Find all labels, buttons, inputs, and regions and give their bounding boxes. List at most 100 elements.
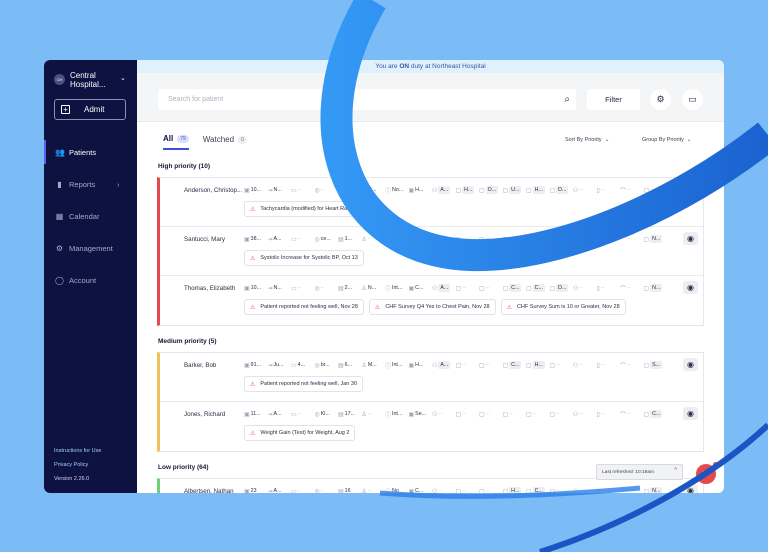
patient-field[interactable]: ⇥ A... <box>268 485 290 493</box>
patient-field[interactable]: ⇥ N... <box>268 184 290 196</box>
alert-chip[interactable]: ⚠ CHF Survey Q4 Yes to Chest Pain, Nov 28 <box>368 299 496 315</box>
patient-row[interactable]: Albertsen, Nathan ▣ 23 ⇥ A... ▭ -- ◎ -- ▤ 16 ♙ -- ⓘ No… <box>160 479 703 493</box>
patient-field[interactable]: ▣ C... <box>409 282 431 294</box>
alert-chip[interactable]: ⚠ Weight Gain (Test) for Weight, Aug 2 <box>244 425 356 441</box>
patient-field[interactable]: ⚇ -- <box>573 233 595 245</box>
patient-field[interactable]: ⇥ A... <box>268 233 290 245</box>
patient-field[interactable]: ▢ -- <box>550 408 572 420</box>
patient-field[interactable]: ▯ -- <box>597 359 619 371</box>
patient-field[interactable]: ⚇ A... <box>432 282 454 294</box>
patient-row[interactable]: Anderson, Christop... ▣ 10... ⇥ N... ▭ -- ◎ -- ▤ -… <box>160 178 703 227</box>
patient-field[interactable]: ▤ 1... <box>338 233 360 245</box>
alert-chip[interactable]: ⚠ Tachycardia (modified) for Heart Rate <box>244 201 358 217</box>
patient-field[interactable]: ♙ O... <box>362 184 384 196</box>
patient-field[interactable]: ◎ -- <box>315 282 337 294</box>
patient-field[interactable]: ▢ C... <box>526 282 548 294</box>
patient-field[interactable]: ▢ C... <box>503 359 525 371</box>
patient-name[interactable]: Jones, Richard <box>184 411 242 418</box>
patient-field[interactable]: ▢ H... <box>503 485 525 493</box>
patient-field[interactable]: ▢ S... <box>644 359 666 371</box>
patient-field[interactable]: ▢ -- <box>456 233 478 245</box>
eye-icon[interactable]: ◉ <box>683 484 698 493</box>
patient-field[interactable]: ▢ C... <box>526 485 548 493</box>
patient-field[interactable]: ▤ -- <box>338 184 360 196</box>
patient-field[interactable]: ▣ H... <box>409 184 431 196</box>
patient-field[interactable]: ⓘ No... <box>385 184 407 196</box>
patient-field[interactable]: ▢ -- <box>479 233 501 245</box>
patient-field[interactable]: ▢ -- <box>526 233 548 245</box>
sidebar-item-reports[interactable]: ▮ Reports › <box>44 168 137 200</box>
patient-field[interactable]: ⚇ -- <box>432 233 454 245</box>
patient-field[interactable]: ♙ M... <box>362 359 384 371</box>
patient-field[interactable]: ⇥ A... <box>268 408 290 420</box>
sidebar-item-patients[interactable]: 👥 Patients <box>44 136 137 168</box>
sidebar-item-management[interactable]: ⚙ Management <box>44 232 137 264</box>
patient-field[interactable]: ▢ H... <box>526 184 548 196</box>
patient-field[interactable]: ▢ -- <box>479 359 501 371</box>
patient-field[interactable]: ⇥ N... <box>268 282 290 294</box>
patient-field[interactable]: ⓘ -- <box>385 233 407 245</box>
patient-field[interactable]: ▢ U... <box>503 184 525 196</box>
admit-button[interactable]: + Admit <box>54 99 126 120</box>
patient-field[interactable]: ▢ -- <box>456 408 478 420</box>
patient-field[interactable]: ⚇ -- <box>573 359 595 371</box>
patient-field[interactable]: ⓘ Int... <box>385 282 407 294</box>
patient-field[interactable]: ▢ -- <box>479 408 501 420</box>
patient-field[interactable]: ⌒ -- <box>620 485 642 493</box>
patient-field[interactable]: ▯ -- <box>597 184 619 196</box>
alert-chip[interactable]: ⚠ Patient reported not feeling well, Nov … <box>244 299 364 315</box>
patient-field[interactable]: ▭ 4... <box>291 359 313 371</box>
patient-field[interactable]: ▯ -- <box>597 233 619 245</box>
patient-field[interactable]: ▯ -- <box>597 282 619 294</box>
patient-row[interactable]: Thomas, Elizabeth ▣ 10... ⇥ N... ▭ -- ◎ -- ▤ 2... ♙… <box>160 276 703 325</box>
eye-icon[interactable]: ◉ <box>683 232 698 245</box>
patient-field[interactable]: ▣ Se... <box>409 408 431 420</box>
patient-field[interactable]: ⌒ -- <box>620 408 642 420</box>
patient-field[interactable]: ▢ C... <box>644 408 666 420</box>
patient-field[interactable]: ▣ -- <box>409 233 431 245</box>
patient-field[interactable]: ▤ 2... <box>338 282 360 294</box>
group-dropdown[interactable]: Group By Priority ⌄ <box>642 137 692 143</box>
patient-field[interactable]: ⌒ -- <box>620 184 642 196</box>
patient-field[interactable]: ⚇ -- <box>432 408 454 420</box>
patient-field[interactable]: ▤ 16 <box>338 485 360 493</box>
patient-row[interactable]: Jones, Richard ▣ 11... ⇥ A... ▭ -- ◎ Kl... ▤ 17...… <box>160 402 703 451</box>
sidebar-item-calendar[interactable]: ▦ Calendar <box>44 200 137 232</box>
patient-field[interactable]: ◎ Kl... <box>315 408 337 420</box>
patient-field[interactable]: ▣ H... <box>409 359 431 371</box>
patient-field[interactable]: ⚇ A... <box>432 184 454 196</box>
alert-chip[interactable]: ⚠ Systolic Increase for Systolic BP, Oct … <box>244 250 364 266</box>
patient-field[interactable]: ▯ -- <box>597 485 619 493</box>
alert-chip[interactable]: ⚠ CHF Survey Sum is 10 or Greater, Nov 28 <box>500 299 626 315</box>
eye-icon[interactable]: ◉ <box>683 358 698 371</box>
patient-field[interactable]: ▣ 11... <box>244 408 266 420</box>
sidebar-item-account[interactable]: ◯ Account <box>44 264 137 296</box>
tab-all[interactable]: All 79 <box>163 134 189 150</box>
patient-field[interactable]: ▢ -- <box>479 282 501 294</box>
patient-field[interactable]: ⚇ -- <box>573 408 595 420</box>
patient-field[interactable]: ▭ -- <box>291 233 313 245</box>
eye-icon[interactable]: ◉ <box>683 407 698 420</box>
patient-field[interactable]: ▢ -- <box>550 359 572 371</box>
chat-button[interactable]: ✉ 1 <box>696 461 719 484</box>
patient-field[interactable]: ▢ N... <box>644 233 666 245</box>
filter-button[interactable]: Filter <box>587 89 640 110</box>
alert-chip[interactable]: ⚠ Patient reported not feeling well, Jan … <box>244 376 364 392</box>
patient-field[interactable]: ▢ C... <box>503 282 525 294</box>
patient-name[interactable]: Barker, Bob <box>184 362 242 369</box>
patient-field[interactable]: ▤ 17... <box>338 408 360 420</box>
patient-row[interactable]: Barker, Bob ▣ 91... ⇥ Ju... ▭ 4... ◎ br... ▤ 6... ♙… <box>160 353 703 402</box>
patient-field[interactable]: ▢ N... <box>644 485 666 493</box>
patient-field[interactable]: ▢ H... <box>456 184 478 196</box>
patient-field[interactable]: ◎ -- <box>315 485 337 493</box>
patient-field[interactable]: ▢ -- <box>644 184 666 196</box>
patient-field[interactable]: ⇥ Ju... <box>268 359 290 371</box>
patient-field[interactable]: ▣ 91... <box>244 359 266 371</box>
patient-name[interactable]: Anderson, Christop... <box>184 187 242 194</box>
patient-field[interactable]: ▢ -- <box>456 282 478 294</box>
sort-dropdown[interactable]: Sort By Priority ⌄ <box>565 137 609 143</box>
patient-field[interactable]: ▣ 10... <box>244 184 266 196</box>
patient-field[interactable]: ▢ -- <box>456 359 478 371</box>
patient-field[interactable]: ▢ -- <box>479 485 501 493</box>
patient-field[interactable]: ⓘ Int... <box>385 408 407 420</box>
